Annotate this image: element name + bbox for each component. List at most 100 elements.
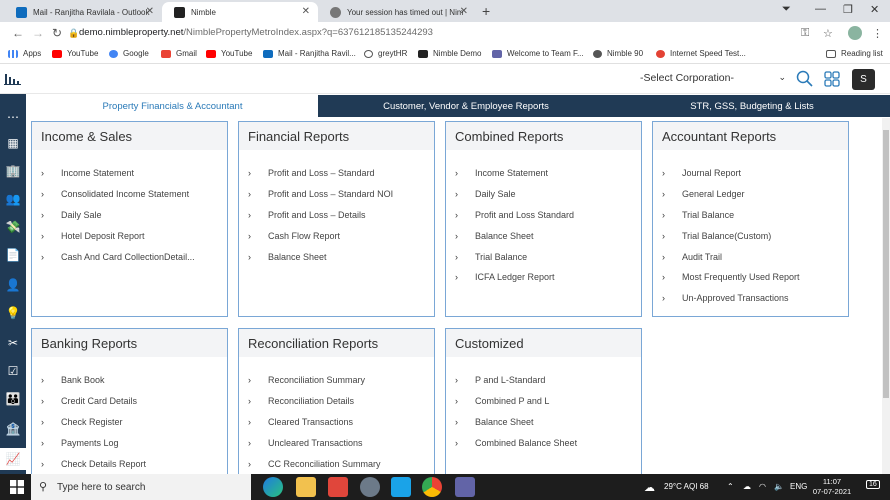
- more-icon[interactable]: ⋯: [4, 108, 22, 126]
- report-link[interactable]: › P and L-Standard: [446, 370, 641, 391]
- browser-tab-outlook[interactable]: Mail - Ranjitha Ravilala - Outlook ✕: [4, 2, 162, 22]
- report-link[interactable]: › Profit and Loss – Standard NOI: [239, 184, 434, 205]
- chrome-icon[interactable]: [422, 477, 442, 497]
- tab-search-icon[interactable]: ⏷: [782, 3, 791, 16]
- team-icon[interactable]: 👪: [4, 390, 22, 408]
- money-hand-icon[interactable]: 💸: [4, 218, 22, 236]
- report-link[interactable]: › Trial Balance: [446, 246, 641, 267]
- bookmark-youtube-2[interactable]: YouTube: [206, 49, 252, 58]
- report-link[interactable]: › Check Details Report: [32, 453, 227, 474]
- report-link[interactable]: › ICFA Ledger Report: [446, 267, 641, 288]
- weather-text[interactable]: 29°C AQI 68: [664, 482, 709, 491]
- search-icon[interactable]: [796, 70, 813, 87]
- vertical-scrollbar[interactable]: [882, 118, 890, 474]
- report-link[interactable]: › Profit and Loss – Standard: [239, 163, 434, 184]
- dashboard-icon[interactable]: ▦: [4, 134, 22, 152]
- report-link[interactable]: › Audit Trail: [653, 246, 848, 267]
- taskbar-search-input[interactable]: ⚲ Type here to search: [31, 474, 251, 500]
- volume-icon[interactable]: 🔈: [774, 482, 784, 491]
- cloud-icon[interactable]: ☁: [743, 482, 751, 491]
- bookmark-outlook[interactable]: Mail - Ranjitha Ravil...: [263, 49, 356, 58]
- report-link[interactable]: › Cash And Card CollectionDetail...: [32, 246, 227, 267]
- report-link[interactable]: › Daily Sale: [32, 205, 227, 226]
- lightbulb-icon[interactable]: 💡: [4, 304, 22, 322]
- bookmark-nimble-90[interactable]: Nimble 90: [593, 49, 643, 58]
- scrollbar-thumb[interactable]: [883, 130, 889, 398]
- star-icon[interactable]: ☆: [823, 27, 833, 40]
- minimize-icon[interactable]: —: [815, 3, 826, 15]
- bookmark-reading-list[interactable]: Reading list: [826, 49, 883, 58]
- report-link[interactable]: › Balance Sheet: [239, 246, 434, 267]
- chevron-up-icon[interactable]: ⌃: [727, 482, 734, 491]
- report-link[interactable]: › Consolidated Income Statement: [32, 184, 227, 205]
- report-link[interactable]: › Credit Card Details: [32, 391, 227, 412]
- building-icon[interactable]: 🏢: [4, 162, 22, 180]
- report-link[interactable]: › Profit and Loss – Details: [239, 205, 434, 226]
- report-link[interactable]: › Journal Report: [653, 163, 848, 184]
- restore-icon[interactable]: ❐: [843, 3, 853, 16]
- key-icon[interactable]: ⚿: [801, 27, 809, 40]
- report-link[interactable]: › Daily Sale: [446, 184, 641, 205]
- app-icon[interactable]: [360, 477, 380, 497]
- url-field[interactable]: demo.nimbleproperty.net/NimblePropertyMe…: [79, 27, 433, 38]
- avatar[interactable]: S: [852, 69, 875, 90]
- clock[interactable]: 11:07 07-07-2021: [808, 477, 856, 497]
- menu-dots-icon[interactable]: ⋮: [872, 27, 883, 40]
- checklist-icon[interactable]: ☑: [4, 362, 22, 380]
- file-explorer-icon[interactable]: [296, 477, 316, 497]
- reload-icon[interactable]: ↻: [52, 26, 62, 40]
- wifi-icon[interactable]: ◠: [759, 482, 766, 491]
- report-link[interactable]: › Hotel Deposit Report: [32, 225, 227, 246]
- anydesk-icon[interactable]: [328, 477, 348, 497]
- bookmark-nimble-demo[interactable]: Nimble Demo: [418, 49, 481, 58]
- report-link[interactable]: › Income Statement: [446, 163, 641, 184]
- language-indicator[interactable]: ENG: [790, 482, 807, 491]
- browser-tab-session[interactable]: Your session has timed out | Nim ✕: [318, 2, 476, 22]
- tab-property-financials[interactable]: Property Financials & Accountant: [27, 95, 318, 117]
- report-link[interactable]: › Profit and Loss Standard: [446, 205, 641, 226]
- lock-icon[interactable]: 🔒: [68, 28, 79, 39]
- tools-icon[interactable]: ✂: [4, 334, 22, 352]
- windows-start-icon[interactable]: [10, 480, 24, 494]
- forward-icon[interactable]: →: [32, 26, 44, 40]
- bookmark-speedtest[interactable]: Internet Speed Test...: [656, 49, 746, 58]
- report-link[interactable]: › Payments Log: [32, 432, 227, 453]
- report-link[interactable]: › Most Frequently Used Report: [653, 267, 848, 288]
- report-link[interactable]: › Bank Book: [32, 370, 227, 391]
- new-tab-button[interactable]: +: [482, 3, 490, 19]
- report-link[interactable]: › Income Statement: [32, 163, 227, 184]
- bookmark-teams[interactable]: Welcome to Team F...: [492, 49, 584, 58]
- edge-icon[interactable]: [263, 477, 283, 497]
- bookmark-google[interactable]: Google: [109, 49, 149, 58]
- bookmark-youtube[interactable]: YouTube: [52, 49, 98, 58]
- tab-customer-vendor[interactable]: Customer, Vendor & Employee Reports: [318, 95, 614, 117]
- report-link[interactable]: › Reconciliation Details: [239, 391, 434, 412]
- report-link[interactable]: › CC Reconciliation Summary: [239, 453, 434, 474]
- report-link[interactable]: › Trial Balance: [653, 205, 848, 226]
- bookmark-gmail[interactable]: Gmail: [161, 49, 197, 58]
- report-link[interactable]: › Reconciliation Summary: [239, 370, 434, 391]
- report-link[interactable]: › Combined Balance Sheet: [446, 432, 641, 453]
- report-link[interactable]: › Cash Flow Report: [239, 225, 434, 246]
- skype-icon[interactable]: [391, 477, 411, 497]
- bank-icon[interactable]: 🏦: [4, 420, 22, 438]
- report-link[interactable]: › Trial Balance(Custom): [653, 225, 848, 246]
- browser-tab-nimble[interactable]: Nimble ✕: [162, 2, 318, 22]
- close-icon[interactable]: ✕: [302, 6, 310, 17]
- report-link[interactable]: › Combined P and L: [446, 391, 641, 412]
- tab-str-gss[interactable]: STR, GSS, Budgeting & Lists: [614, 95, 890, 117]
- reports-icon[interactable]: 📈: [0, 448, 26, 470]
- teams-icon[interactable]: [455, 477, 475, 497]
- report-link[interactable]: › Cleared Transactions: [239, 412, 434, 433]
- document-icon[interactable]: 📄: [4, 246, 22, 264]
- back-icon[interactable]: ←: [12, 26, 24, 40]
- profile-icon[interactable]: [848, 26, 862, 40]
- report-link[interactable]: › Un-Approved Transactions: [653, 288, 848, 309]
- report-link[interactable]: › General Ledger: [653, 184, 848, 205]
- close-window-icon[interactable]: ✕: [870, 3, 879, 16]
- user-settings-icon[interactable]: 👤: [4, 276, 22, 294]
- close-icon[interactable]: ✕: [146, 6, 154, 17]
- close-icon[interactable]: ✕: [460, 6, 468, 17]
- report-link[interactable]: › Uncleared Transactions: [239, 432, 434, 453]
- report-link[interactable]: › Check Register: [32, 412, 227, 433]
